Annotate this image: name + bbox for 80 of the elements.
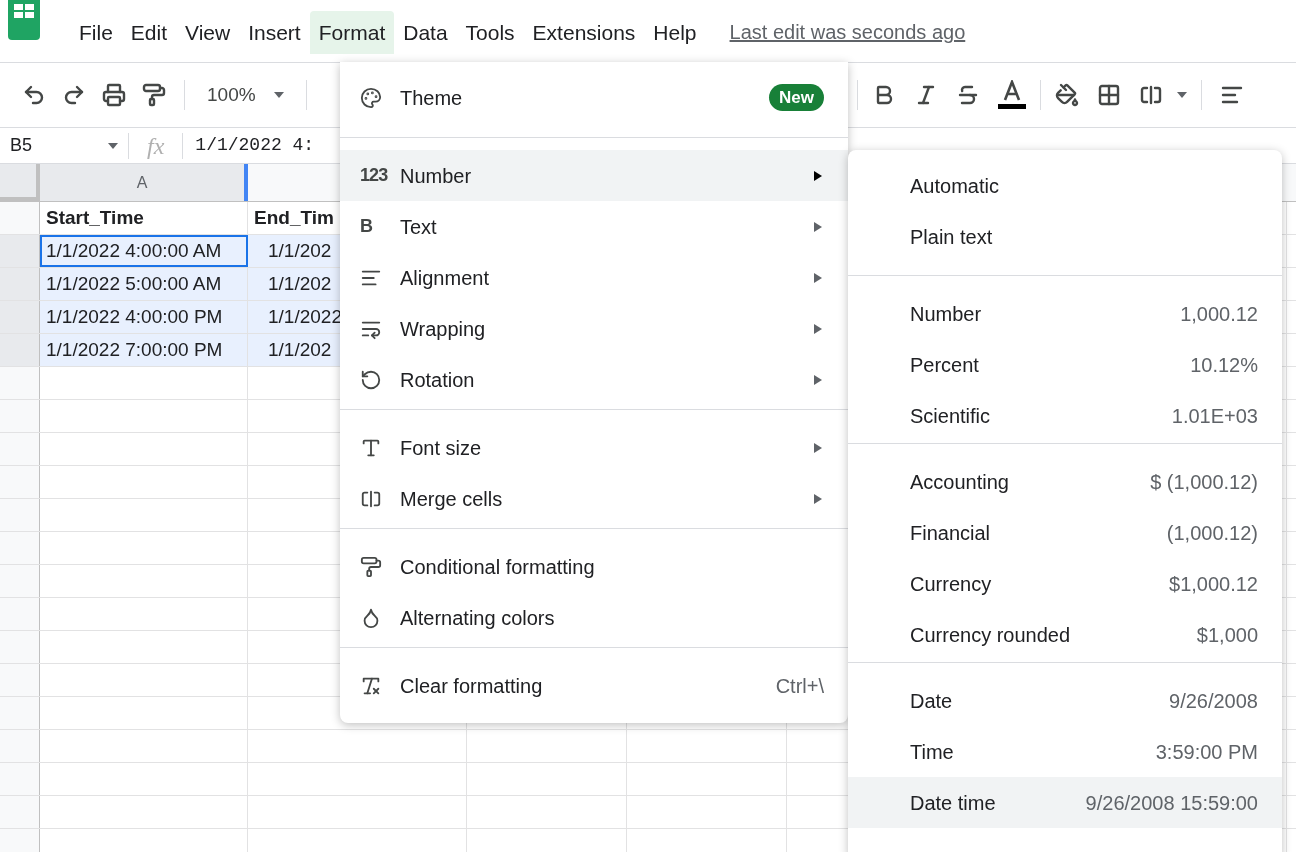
format-example: 1.01E+03 (1171, 403, 1258, 429)
menu-item[interactable]: Font size (340, 422, 848, 473)
new-badge: New (769, 83, 824, 112)
format-example: 9/26/2008 (1169, 688, 1258, 714)
sheets-logo-icon[interactable] (8, 0, 40, 40)
row-header[interactable] (0, 796, 40, 828)
rotate-icon (360, 368, 382, 391)
row-header[interactable] (0, 433, 40, 465)
menu-item[interactable]: Help (644, 10, 706, 54)
row-header[interactable] (0, 235, 40, 267)
format-example: 9/26/2008 15:59:00 (1085, 790, 1258, 816)
paint-roller-icon (360, 555, 382, 578)
caret-icon (108, 142, 118, 149)
menu-item[interactable]: Percent 10.12% (848, 339, 1282, 390)
menu-item[interactable]: Extensions (523, 10, 645, 54)
row-header[interactable] (0, 565, 40, 597)
menu-item[interactable]: Alternating colors (340, 592, 848, 643)
row-header[interactable] (0, 499, 40, 531)
shortcut-label: Ctrl+\ (775, 673, 824, 699)
menu-item[interactable]: View (176, 10, 240, 54)
format-example: $1,000 (1196, 622, 1258, 648)
row-header[interactable] (0, 532, 40, 564)
caret-icon (273, 92, 284, 98)
row-header[interactable] (0, 697, 40, 729)
row-header[interactable] (0, 268, 40, 300)
table-cell: 1/1/2022 5:00:00 AM (40, 268, 248, 300)
format-example: 3:59:00 PM (1155, 739, 1258, 765)
row-header[interactable] (0, 730, 40, 762)
row-header[interactable] (0, 367, 40, 399)
menu-item[interactable]: Date time 9/26/2008 15:59:00 (848, 777, 1282, 828)
zoom-dropdown[interactable]: 100% (199, 80, 292, 110)
palette-icon (360, 86, 382, 109)
table-cell: Start_Time (40, 202, 248, 234)
format-example: 1,000.12 (1180, 301, 1258, 327)
menu-item[interactable]: Clear formatting Ctrl+\ (340, 660, 848, 711)
row-header[interactable] (0, 664, 40, 696)
menu-item[interactable]: Automatic (848, 160, 1282, 211)
row-header[interactable] (0, 334, 40, 366)
menu-item[interactable]: Financial (1,000.12) (848, 507, 1282, 558)
row-header[interactable] (0, 763, 40, 795)
table-cell: 1/1/2022 7:00:00 PM (40, 334, 248, 366)
menu-item[interactable]: Insert (239, 10, 310, 54)
menu-item[interactable]: Time 3:59:00 PM (848, 726, 1282, 777)
row-header[interactable] (0, 301, 40, 333)
menu-icon-glyph: 123 (360, 164, 388, 187)
menu-item[interactable]: Currency rounded $1,000 (848, 609, 1282, 660)
table-cell: 1/1/2022 4:00:00 PM (40, 301, 248, 333)
menu-item[interactable]: Conditional formatting (340, 541, 848, 592)
menu-item[interactable]: Merge cells (340, 473, 848, 524)
format-example: 10.12% (1190, 352, 1258, 378)
merge-caret-icon (1176, 92, 1187, 98)
menu-item[interactable]: Accounting $ (1,000.12) (848, 456, 1282, 507)
menu-item[interactable]: Format (309, 10, 395, 54)
menu-item[interactable]: 123 Number (340, 150, 848, 201)
menu-item[interactable]: Plain text (848, 211, 1282, 262)
column-header[interactable]: A (40, 164, 248, 201)
menu-item[interactable]: Date 9/26/2008 (848, 675, 1282, 726)
menu-item[interactable]: File (70, 10, 122, 54)
format-example: $ (1,000.12) (1150, 469, 1258, 495)
row-header[interactable] (0, 466, 40, 498)
menu-item[interactable]: Tools (456, 10, 524, 54)
formula-input[interactable]: 1/1/2022 4: (183, 132, 315, 159)
row-header[interactable] (0, 400, 40, 432)
table-cell: 1/1/2022 4:00:00 AM (40, 235, 248, 267)
menu-item[interactable]: Currency $1,000.12 (848, 558, 1282, 609)
format-example: $1,000.12 (1169, 571, 1258, 597)
row-header[interactable] (0, 829, 40, 852)
fx-label: fx (146, 131, 166, 161)
menu-item[interactable]: Data (394, 10, 457, 54)
corner-cell[interactable] (0, 164, 40, 201)
row-header[interactable] (0, 202, 40, 234)
row-header[interactable] (0, 598, 40, 630)
last-edit-link[interactable]: Last edit was seconds ago (729, 17, 966, 48)
format-example: (1,000.12) (1166, 520, 1258, 546)
menu-item[interactable]: Edit (121, 10, 177, 54)
menu-item[interactable]: Theme New (340, 72, 848, 123)
row-header[interactable] (0, 631, 40, 663)
name-box[interactable]: B5 (0, 132, 128, 159)
menu-item[interactable]: Scientific 1.01E+03 (848, 390, 1282, 441)
menu-item[interactable]: Number 1,000.12 (848, 288, 1282, 339)
